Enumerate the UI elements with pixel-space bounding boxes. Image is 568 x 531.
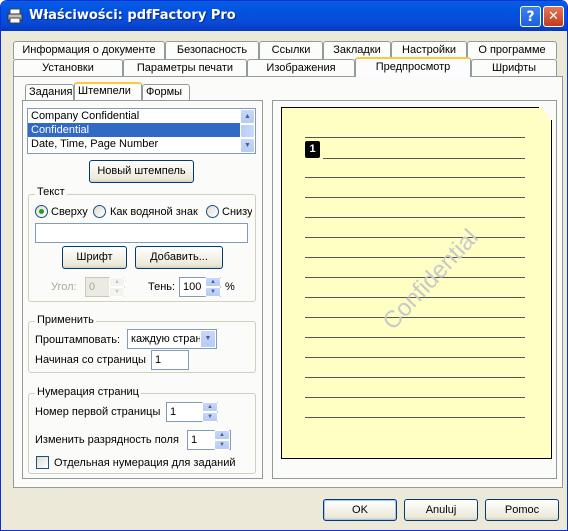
shadow-label: Тень:	[148, 281, 176, 293]
ruled-line	[305, 177, 525, 178]
tab-document-info[interactable]: Информация о документе	[13, 41, 165, 59]
close-title-button[interactable]: ✕	[543, 6, 564, 27]
tab-label: О программе	[478, 44, 546, 56]
spin-up-icon[interactable]: ▲	[202, 402, 218, 412]
tab-fonts[interactable]: Шрифты	[471, 59, 557, 77]
spin-down-icon[interactable]: ▼	[202, 412, 218, 422]
tab-label: Изображения	[266, 62, 336, 74]
radio-top-label: Сверху	[51, 206, 88, 218]
ok-button[interactable]: OK	[323, 499, 397, 521]
page-fold-icon	[539, 106, 553, 120]
title-bar[interactable]: Właściwości: pdfFactory Pro ? ✕	[1, 1, 567, 31]
tab-images[interactable]: Изображения	[247, 59, 355, 77]
radio-watermark-label: Как водяной знак	[110, 206, 198, 218]
tab-label: Параметры печати	[136, 62, 234, 74]
radio-bottom[interactable]	[206, 205, 219, 218]
spin-up-icon[interactable]: ▲	[214, 430, 230, 440]
spin-up-icon[interactable]: ▲	[205, 277, 221, 287]
shadow-unit: %	[225, 281, 235, 293]
tab-label: Предпросмотр	[375, 61, 451, 73]
radio-watermark[interactable]	[93, 205, 106, 218]
angle-label: Угол:	[51, 281, 77, 293]
angle-spinner[interactable]: ▲ ▼	[109, 277, 125, 297]
tab-setup[interactable]: Установки	[13, 59, 123, 77]
tab-preview[interactable]: Предпросмотр	[355, 57, 471, 77]
scroll-down-button[interactable]: ▼	[240, 138, 255, 153]
subtab-stamps[interactable]: Штемпели	[74, 82, 142, 100]
text-group-title: Текст	[35, 186, 67, 198]
ruled-line	[305, 237, 525, 238]
first-page-spinner[interactable]: ▲ ▼	[202, 402, 218, 422]
subtab-label: Формы	[146, 86, 183, 98]
subtab-jobs[interactable]: Задания	[25, 84, 74, 101]
tab-about[interactable]: О программе	[467, 41, 557, 59]
font-button[interactable]: Шрифт	[62, 246, 127, 269]
subtab-forms[interactable]: Формы	[142, 84, 190, 101]
list-item[interactable]: Date, Time, Page Number	[28, 137, 255, 151]
radio-top[interactable]	[35, 205, 48, 218]
tab-label: Ссылки	[271, 44, 311, 56]
stamp-pages-select[interactable]: каждую стран ▼	[127, 329, 217, 349]
ruled-line	[305, 137, 525, 138]
list-scrollbar[interactable]: ▲ ▼	[240, 109, 255, 153]
numbering-group-title: Нумерация страниц	[35, 386, 141, 398]
tab-security[interactable]: Безопасность	[165, 41, 259, 59]
apply-group-title: Применить	[35, 314, 96, 326]
ruled-line	[305, 337, 525, 338]
tab-label: Установки	[42, 62, 94, 74]
question-icon: ?	[526, 8, 535, 25]
chevron-up-icon: ▲	[244, 113, 251, 120]
stamp-pages-value: каждую стран	[131, 333, 202, 345]
spin-down-icon[interactable]: ▼	[109, 287, 125, 297]
close-icon: ✕	[548, 9, 559, 24]
stamp-listbox[interactable]: Company Confidential Confidential Date, …	[27, 108, 256, 154]
ruled-line	[323, 158, 525, 159]
spin-up-icon[interactable]: ▲	[109, 277, 125, 287]
printer-icon	[7, 8, 23, 24]
tab-print-options[interactable]: Параметры печати	[123, 59, 247, 77]
stamp-on-label: Проштамповать:	[35, 334, 121, 346]
preview-page-number: 1	[305, 141, 320, 158]
add-button[interactable]: Добавить...	[135, 246, 223, 269]
tab-links[interactable]: Ссылки	[259, 41, 323, 59]
cancel-button[interactable]: Anuluj	[404, 499, 478, 521]
tab-label: Настройки	[402, 44, 456, 56]
tab-label: Шрифты	[491, 62, 537, 74]
stamp-text-input[interactable]	[35, 223, 248, 243]
ruled-line	[305, 397, 525, 398]
spin-down-icon[interactable]: ▼	[214, 440, 230, 450]
ruled-line	[305, 377, 525, 378]
start-page-label: Начиная со страницы	[35, 354, 146, 366]
new-stamp-button[interactable]: Новый штемпель	[89, 160, 194, 183]
list-item-selected[interactable]: Confidential	[28, 123, 255, 137]
chevron-down-icon: ▼	[244, 142, 251, 149]
help-button[interactable]: Pomoc	[485, 499, 559, 521]
digits-spinner[interactable]: ▲ ▼	[214, 430, 230, 450]
ruled-line	[305, 417, 525, 418]
tab-label: Безопасность	[176, 44, 248, 56]
digits-label: Изменить разрядность поля	[35, 434, 179, 446]
shadow-spinner[interactable]: ▲ ▼	[205, 277, 221, 297]
ruled-line	[305, 197, 525, 198]
help-title-button[interactable]: ?	[520, 6, 541, 27]
subtab-label: Задания	[29, 86, 73, 98]
ruled-line	[305, 257, 525, 258]
scroll-up-button[interactable]: ▲	[240, 109, 255, 124]
tab-label: Закладки	[333, 44, 381, 56]
chevron-down-icon[interactable]: ▼	[200, 330, 216, 348]
separate-numbering-checkbox[interactable]	[36, 456, 49, 469]
properties-window: Właściwości: pdfFactory Pro ? ✕ Информац…	[0, 0, 568, 531]
start-page-input[interactable]: 1	[151, 350, 189, 370]
scroll-thumb[interactable]	[240, 124, 255, 138]
first-page-label: Номер первой страницы	[35, 406, 161, 418]
window-title: Właściwości: pdfFactory Pro	[29, 8, 236, 23]
radio-bottom-label: Снизу	[222, 206, 252, 218]
list-item[interactable]: Company Confidential	[28, 109, 255, 123]
tab-label: Информация о документе	[22, 44, 156, 56]
ruled-line	[305, 357, 525, 358]
subtab-label: Штемпели	[78, 85, 131, 97]
spin-down-icon[interactable]: ▼	[205, 287, 221, 297]
separate-numbering-label: Отдельная нумерация для заданий	[54, 457, 236, 469]
